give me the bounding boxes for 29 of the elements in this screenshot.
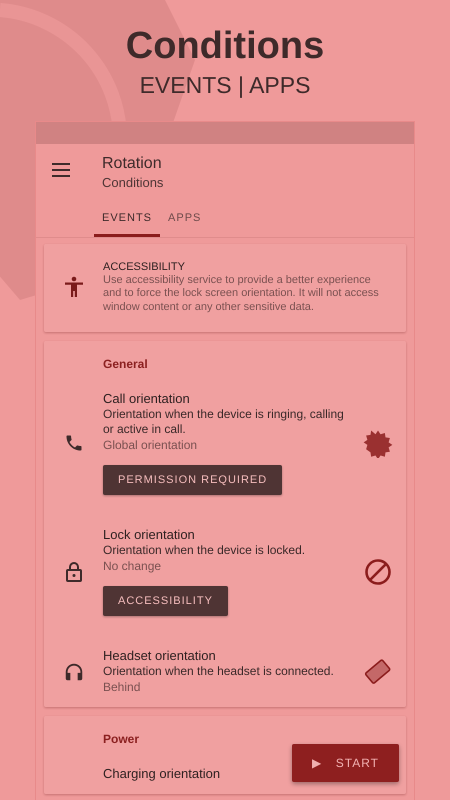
page-subtitle: EVENTS | APPS bbox=[140, 71, 310, 100]
setting-title: Charging orientation bbox=[103, 766, 220, 782]
accessibility-icon bbox=[64, 276, 84, 298]
section-title: Power bbox=[103, 732, 140, 746]
app-subtitle: Conditions bbox=[102, 174, 164, 192]
lock-icon bbox=[64, 560, 84, 582]
phone-icon bbox=[64, 433, 84, 453]
ban-icon bbox=[364, 558, 392, 586]
action-button[interactable]: PERMISSION REQUIRED bbox=[103, 465, 282, 495]
setting-title: Lock orientation bbox=[103, 527, 195, 543]
setting-description: Orientation when the device is locked. bbox=[103, 543, 306, 558]
section-title: General bbox=[103, 357, 148, 371]
menu-icon[interactable] bbox=[52, 162, 72, 176]
tab[interactable]: APPS bbox=[160, 204, 210, 236]
settings-icon bbox=[363, 428, 393, 458]
setting-value: Behind bbox=[103, 679, 142, 695]
setting-title: Call orientation bbox=[103, 391, 190, 407]
setting-title: Headset orientation bbox=[103, 648, 216, 664]
notice-text: Use accessibility service to provide a better experience and to force the lock screen orientation. It will not access window content or any other sensitive data. bbox=[103, 274, 380, 314]
action-button[interactable]: ACCESSIBILITY bbox=[103, 586, 228, 616]
notice-title: ACCESSIBILITY bbox=[103, 260, 186, 274]
setting-value: Global orientation bbox=[103, 437, 198, 453]
start-button[interactable]: ▶ START bbox=[292, 744, 399, 782]
setting-description: Orientation when the device is ringing, calling or active in call. bbox=[103, 407, 345, 437]
setting-value: No change bbox=[103, 558, 162, 574]
page-title: Conditions bbox=[126, 24, 324, 68]
tab[interactable]: EVENTS bbox=[94, 204, 160, 236]
app-title: Rotation bbox=[102, 154, 163, 174]
setting-description: Orientation when the headset is connected. bbox=[103, 664, 335, 679]
